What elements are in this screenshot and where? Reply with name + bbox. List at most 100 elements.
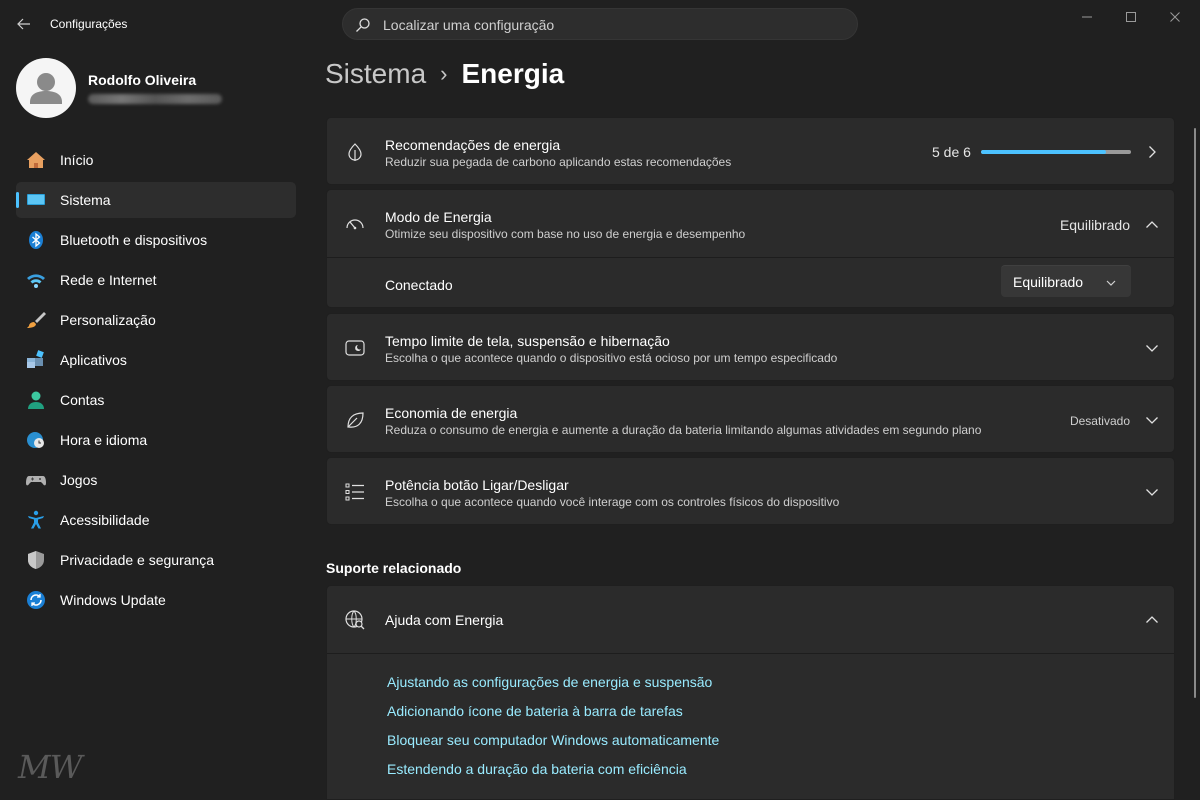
card-title: Recomendações de energia xyxy=(385,137,561,153)
search-box[interactable]: Localizar uma configuração xyxy=(342,8,858,40)
wifi-icon xyxy=(26,270,46,290)
avatar[interactable] xyxy=(16,58,76,118)
clock-globe-icon xyxy=(26,430,46,450)
maximize-icon[interactable] xyxy=(1120,6,1142,28)
card-title: Potência botão Ligar/Desligar xyxy=(385,477,569,493)
watermark-logo: MW xyxy=(18,748,83,786)
card-title: Economia de energia xyxy=(385,405,518,421)
home-icon xyxy=(26,150,46,170)
accessibility-icon xyxy=(26,510,46,530)
apps-icon xyxy=(26,350,46,370)
sidebar-item-privacidade[interactable]: Privacidade e segurança xyxy=(16,542,296,578)
card-subtitle: Escolha o que acontece quando você inter… xyxy=(385,495,840,509)
progress-text: 5 de 6 xyxy=(932,144,971,160)
card-subtitle: Reduzir sua pegada de carbono aplicando … xyxy=(385,155,732,169)
card-title: Modo de Energia xyxy=(385,209,492,225)
sidebar-item-label: Privacidade e segurança xyxy=(60,552,215,568)
chevron-down-icon[interactable] xyxy=(1144,340,1160,356)
sidebar-item-acessibilidade[interactable]: Acessibilidade xyxy=(16,502,296,538)
help-link[interactable]: Ajustando as configurações de energia e … xyxy=(387,674,712,690)
card-help-energy: Ajuda com Energia Ajustando as configura… xyxy=(326,585,1175,800)
sidebar-item-label: Aplicativos xyxy=(60,352,127,368)
sidebar-item-inicio[interactable]: Início xyxy=(16,142,296,178)
chevron-down-icon xyxy=(1105,276,1117,294)
progress-bar-fill xyxy=(981,150,1106,154)
sidebar-item-rede[interactable]: Rede e Internet xyxy=(16,262,296,298)
sidebar-item-personalizacao[interactable]: Personalização xyxy=(16,302,296,338)
close-icon[interactable] xyxy=(1164,6,1186,28)
leaf-icon xyxy=(345,142,365,162)
chevron-up-icon[interactable] xyxy=(1144,612,1160,628)
sidebar-item-label: Bluetooth e dispositivos xyxy=(60,232,208,248)
chevron-down-icon[interactable] xyxy=(1144,484,1160,500)
card-energy-recommendations[interactable]: Recomendações de energia Reduzir sua peg… xyxy=(326,117,1175,185)
dropdown-value: Equilibrado xyxy=(1013,274,1084,290)
sidebar-item-label: Jogos xyxy=(60,472,98,488)
chevron-right-icon[interactable] xyxy=(1144,144,1160,160)
back-arrow-icon[interactable] xyxy=(12,12,36,36)
globe-search-icon xyxy=(345,610,365,630)
sidebar-item-label: Início xyxy=(60,152,94,168)
help-link[interactable]: Estendendo a duração da bateria com efic… xyxy=(387,761,687,777)
update-icon xyxy=(26,590,46,610)
sidebar-item-hora[interactable]: Hora e idioma xyxy=(16,422,296,458)
power-mode-value: Equilibrado xyxy=(1059,217,1130,233)
card-subtitle: Escolha o que acontece quando o disposit… xyxy=(385,351,838,365)
screen-sleep-icon xyxy=(345,338,365,358)
sidebar-item-contas[interactable]: Contas xyxy=(16,382,296,418)
card-title: Tempo limite de tela, suspensão e hibern… xyxy=(385,333,670,349)
help-title: Ajuda com Energia xyxy=(385,612,504,628)
bluetooth-icon xyxy=(26,230,46,250)
sidebar-item-label: Hora e idioma xyxy=(60,432,148,448)
sidebar-item-label: Personalização xyxy=(60,312,156,328)
divider xyxy=(327,653,1174,654)
sidebar-item-aplicativos[interactable]: Aplicativos xyxy=(16,342,296,378)
sidebar-item-label: Windows Update xyxy=(60,592,166,608)
help-link[interactable]: Bloquear seu computador Windows automati… xyxy=(387,732,719,748)
card-power-button[interactable]: Potência botão Ligar/Desligar Escolha o … xyxy=(326,457,1175,525)
speedometer-icon xyxy=(345,214,365,234)
breadcrumb-separator: › xyxy=(440,61,448,86)
progress-bar xyxy=(981,150,1131,154)
connected-label: Conectado xyxy=(385,277,453,293)
sidebar-item-label: Contas xyxy=(60,392,105,408)
power-mode-dropdown[interactable]: Equilibrado xyxy=(1001,265,1131,297)
energy-saver-status: Desativado xyxy=(1069,414,1130,428)
sidebar-item-sistema[interactable]: Sistema xyxy=(16,182,296,218)
user-name: Rodolfo Oliveira xyxy=(88,72,197,88)
search-icon xyxy=(355,17,371,38)
help-link[interactable]: Adicionando ícone de bateria à barra de … xyxy=(387,703,683,719)
account-icon xyxy=(26,390,46,410)
shield-icon xyxy=(26,550,46,570)
system-icon xyxy=(26,190,46,210)
sidebar-item-jogos[interactable]: Jogos xyxy=(16,462,296,498)
app-title: Configurações xyxy=(50,17,128,31)
breadcrumb: Sistema › Energia xyxy=(325,58,564,90)
gamepad-icon xyxy=(26,470,46,490)
sidebar-item-label: Rede e Internet xyxy=(60,272,157,288)
sidebar-item-label: Acessibilidade xyxy=(60,512,150,528)
divider xyxy=(327,257,1174,258)
sidebar-item-windows-update[interactable]: Windows Update xyxy=(16,582,296,618)
search-placeholder[interactable]: Localizar uma configuração xyxy=(383,17,554,33)
sidebar-nav: Início Sistema Bluetooth e dispositivos … xyxy=(16,142,296,622)
user-email-blurred xyxy=(88,94,222,104)
list-settings-icon xyxy=(345,482,365,502)
card-screen-timeout[interactable]: Tempo limite de tela, suspensão e hibern… xyxy=(326,313,1175,381)
card-subtitle: Reduza o consumo de energia e aumente a … xyxy=(385,423,982,437)
card-subtitle: Otimize seu dispositivo com base no uso … xyxy=(385,227,746,241)
minimize-icon[interactable] xyxy=(1076,6,1098,28)
scrollbar[interactable] xyxy=(1194,128,1196,698)
sidebar-item-label: Sistema xyxy=(60,192,111,208)
card-power-mode: Modo de Energia Otimize seu dispositivo … xyxy=(326,189,1175,308)
title-bar: Configurações Localizar uma configuração xyxy=(0,0,1200,48)
breadcrumb-parent[interactable]: Sistema xyxy=(325,58,426,90)
chevron-up-icon[interactable] xyxy=(1144,217,1160,233)
section-heading-related-support: Suporte relacionado xyxy=(326,560,462,576)
card-energy-saver[interactable]: Economia de energia Reduza o consumo de … xyxy=(326,385,1175,453)
chevron-down-icon[interactable] xyxy=(1144,412,1160,428)
sidebar-item-bluetooth[interactable]: Bluetooth e dispositivos xyxy=(16,222,296,258)
page-title: Energia xyxy=(461,58,565,89)
brush-icon xyxy=(26,310,46,330)
energy-saver-leaf-icon xyxy=(345,410,365,430)
